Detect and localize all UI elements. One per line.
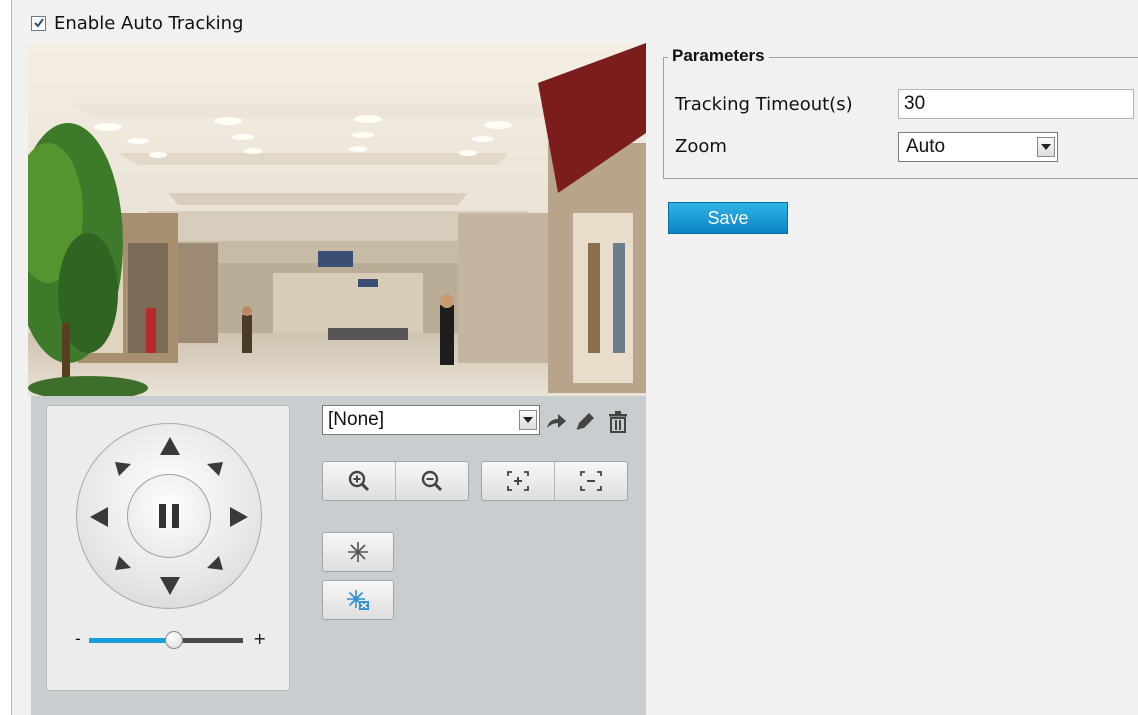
- go-to-preset-icon[interactable]: [545, 412, 567, 432]
- zoom-select[interactable]: Auto: [898, 132, 1058, 162]
- ptz-joystick-box: - +: [46, 405, 290, 691]
- checkmark-icon: [33, 18, 44, 28]
- slider-fill: [89, 638, 174, 643]
- save-button[interactable]: Save: [668, 202, 788, 234]
- zoom-out-button[interactable]: [395, 462, 468, 500]
- video-frame-image: [28, 43, 646, 396]
- zoom-plus-label: +: [253, 629, 267, 648]
- zoom-button-group: [322, 461, 469, 501]
- snowflake-cancel-icon: [347, 590, 369, 610]
- focus-far-button[interactable]: [554, 462, 627, 500]
- focus-button-group: [481, 461, 628, 501]
- zoom-in-button[interactable]: [323, 462, 395, 500]
- ptz-control-panel: - + [None]: [31, 396, 646, 715]
- left-border: [0, 0, 12, 715]
- focus-far-icon: [580, 471, 602, 491]
- pan-right-icon[interactable]: [228, 505, 250, 529]
- enable-auto-tracking-checkbox[interactable]: [31, 15, 46, 31]
- edit-preset-icon[interactable]: [574, 412, 596, 432]
- delete-preset-icon[interactable]: [608, 411, 628, 433]
- zoom-minus-label: -: [75, 629, 81, 648]
- enable-auto-tracking-label: Enable Auto Tracking: [54, 12, 244, 34]
- parameters-legend: Parameters: [668, 46, 769, 66]
- snowflake-icon: [348, 542, 368, 562]
- zoom-select-value: Auto: [906, 136, 946, 157]
- ptz-direction-dial[interactable]: [76, 423, 262, 609]
- tracking-timeout-label: Tracking Timeout(s): [675, 94, 853, 115]
- zoom-speed-slider[interactable]: - +: [75, 629, 275, 651]
- focus-near-button[interactable]: [482, 462, 554, 500]
- pan-left-icon[interactable]: [88, 505, 110, 529]
- focus-near-icon: [507, 471, 529, 491]
- enable-auto-tracking-row[interactable]: Enable Auto Tracking: [31, 12, 243, 34]
- live-video-view[interactable]: [28, 43, 646, 396]
- preset-select[interactable]: [None]: [322, 405, 540, 435]
- pause-icon: [159, 504, 179, 528]
- chevron-down-icon[interactable]: [1037, 137, 1055, 157]
- slider-handle[interactable]: [164, 631, 183, 649]
- pause-button[interactable]: [127, 474, 211, 558]
- image-freeze-button[interactable]: [322, 532, 394, 572]
- pan-down-left-icon[interactable]: [113, 552, 133, 572]
- pan-up-right-icon[interactable]: [205, 460, 225, 480]
- pan-up-icon[interactable]: [158, 435, 182, 457]
- pan-down-right-icon[interactable]: [205, 552, 225, 572]
- zoom-out-icon: [421, 470, 443, 492]
- zoom-in-icon: [348, 470, 370, 492]
- chevron-down-icon[interactable]: [519, 410, 537, 430]
- pan-down-icon[interactable]: [158, 575, 182, 597]
- cancel-image-freeze-button[interactable]: [322, 580, 394, 620]
- zoom-label: Zoom: [675, 136, 727, 157]
- pan-up-left-icon[interactable]: [113, 460, 133, 480]
- preset-select-value: [None]: [328, 409, 384, 430]
- tracking-timeout-input[interactable]: 30: [898, 89, 1134, 119]
